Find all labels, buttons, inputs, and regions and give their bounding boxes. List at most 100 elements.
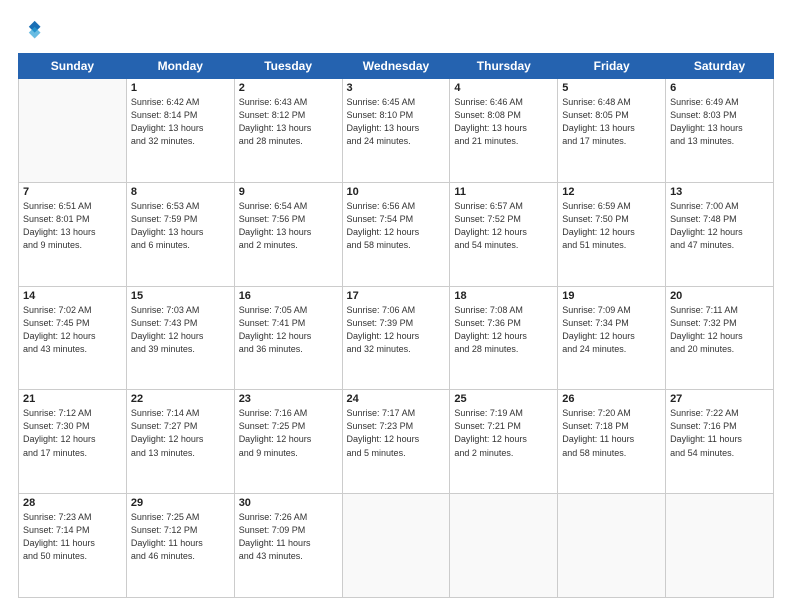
calendar-cell: 2 Sunrise: 6:43 AM Sunset: 8:12 PM Daylig… — [234, 79, 342, 183]
day-number: 13 — [670, 186, 769, 198]
day-number: 23 — [239, 393, 338, 405]
day-number: 7 — [23, 186, 122, 198]
day-number: 10 — [347, 186, 446, 198]
calendar-cell: 27 Sunrise: 7:22 AM Sunset: 7:16 PM Dayli… — [666, 390, 774, 494]
calendar-cell: 24Sunrise: 7:17 AM Sunset: 7:23 PM Dayli… — [342, 390, 450, 494]
day-number: 28 — [23, 497, 122, 509]
calendar-cell: 23 Sunrise: 7:16 AM Sunset: 7:25 PM Dayli… — [234, 390, 342, 494]
calendar-cell — [666, 494, 774, 598]
calendar-cell: 29 Sunrise: 7:25 AM Sunset: 7:12 PM Dayli… — [126, 494, 234, 598]
weekday-header-wednesday: Wednesday — [342, 54, 450, 79]
day-number: 21 — [23, 393, 122, 405]
day-number: 11 — [454, 186, 553, 198]
day-info: Sunrise: 7:11 AM Sunset: 7:32 PM Dayligh… — [670, 304, 769, 356]
calendar-cell: 8 Sunrise: 6:53 AM Sunset: 7:59 PM Daylig… — [126, 182, 234, 286]
day-number: 9 — [239, 186, 338, 198]
weekday-header-friday: Friday — [558, 54, 666, 79]
page: SundayMondayTuesdayWednesdayThursdayFrid… — [0, 0, 792, 612]
calendar-cell: 6 Sunrise: 6:49 AM Sunset: 8:03 PM Daylig… — [666, 79, 774, 183]
day-info: Sunrise: 7:09 AM Sunset: 7:34 PM Dayligh… — [562, 304, 661, 356]
calendar-cell: 7 Sunrise: 6:51 AM Sunset: 8:01 PM Daylig… — [19, 182, 127, 286]
calendar-cell: 11Sunrise: 6:57 AM Sunset: 7:52 PM Dayli… — [450, 182, 558, 286]
calendar-cell — [342, 494, 450, 598]
day-number: 6 — [670, 82, 769, 94]
day-number: 15 — [131, 290, 230, 302]
calendar-cell: 3 Sunrise: 6:45 AM Sunset: 8:10 PM Daylig… — [342, 79, 450, 183]
weekday-header-saturday: Saturday — [666, 54, 774, 79]
day-number: 24 — [347, 393, 446, 405]
day-info: Sunrise: 7:16 AM Sunset: 7:25 PM Dayligh… — [239, 407, 338, 459]
calendar-cell: 14 Sunrise: 7:02 AM Sunset: 7:45 PM Dayli… — [19, 286, 127, 390]
calendar-cell: 9 Sunrise: 6:54 AM Sunset: 7:56 PM Daylig… — [234, 182, 342, 286]
calendar-cell: 22Sunrise: 7:14 AM Sunset: 7:27 PM Dayli… — [126, 390, 234, 494]
day-info: Sunrise: 7:03 AM Sunset: 7:43 PM Dayligh… — [131, 304, 230, 356]
day-number: 12 — [562, 186, 661, 198]
day-info: Sunrise: 7:02 AM Sunset: 7:45 PM Dayligh… — [23, 304, 122, 356]
day-info: Sunrise: 7:25 AM Sunset: 7:12 PM Dayligh… — [131, 511, 230, 563]
calendar-cell: 15 Sunrise: 7:03 AM Sunset: 7:43 PM Dayli… — [126, 286, 234, 390]
day-info: Sunrise: 7:06 AM Sunset: 7:39 PM Dayligh… — [347, 304, 446, 356]
weekday-header-sunday: Sunday — [19, 54, 127, 79]
calendar-cell: 1Sunrise: 6:42 AM Sunset: 8:14 PM Daylig… — [126, 79, 234, 183]
calendar-cell: 18 Sunrise: 7:08 AM Sunset: 7:36 PM Dayli… — [450, 286, 558, 390]
day-info: Sunrise: 7:26 AM Sunset: 7:09 PM Dayligh… — [239, 511, 338, 563]
calendar-cell — [558, 494, 666, 598]
day-number: 26 — [562, 393, 661, 405]
day-number: 17 — [347, 290, 446, 302]
weekday-header-row: SundayMondayTuesdayWednesdayThursdayFrid… — [19, 54, 774, 79]
day-info: Sunrise: 6:54 AM Sunset: 7:56 PM Dayligh… — [239, 200, 338, 252]
day-info: Sunrise: 7:00 AM Sunset: 7:48 PM Dayligh… — [670, 200, 769, 252]
calendar-cell: 26Sunrise: 7:20 AM Sunset: 7:18 PM Dayli… — [558, 390, 666, 494]
day-info: Sunrise: 6:43 AM Sunset: 8:12 PM Dayligh… — [239, 96, 338, 148]
calendar-cell: 28Sunrise: 7:23 AM Sunset: 7:14 PM Dayli… — [19, 494, 127, 598]
day-info: Sunrise: 7:14 AM Sunset: 7:27 PM Dayligh… — [131, 407, 230, 459]
day-number: 8 — [131, 186, 230, 198]
calendar-cell: 17 Sunrise: 7:06 AM Sunset: 7:39 PM Dayli… — [342, 286, 450, 390]
calendar-cell: 21 Sunrise: 7:12 AM Sunset: 7:30 PM Dayli… — [19, 390, 127, 494]
day-number: 18 — [454, 290, 553, 302]
weekday-header-thursday: Thursday — [450, 54, 558, 79]
calendar-cell — [450, 494, 558, 598]
header — [18, 18, 774, 45]
calendar-cell: 10 Sunrise: 6:56 AM Sunset: 7:54 PM Dayli… — [342, 182, 450, 286]
calendar-cell — [19, 79, 127, 183]
day-number: 16 — [239, 290, 338, 302]
logo — [18, 18, 44, 45]
calendar-week-row: 21 Sunrise: 7:12 AM Sunset: 7:30 PM Dayli… — [19, 390, 774, 494]
day-number: 4 — [454, 82, 553, 94]
day-info: Sunrise: 7:12 AM Sunset: 7:30 PM Dayligh… — [23, 407, 122, 459]
day-info: Sunrise: 7:08 AM Sunset: 7:36 PM Dayligh… — [454, 304, 553, 356]
weekday-header-monday: Monday — [126, 54, 234, 79]
day-number: 2 — [239, 82, 338, 94]
calendar-cell: 19 Sunrise: 7:09 AM Sunset: 7:34 PM Dayli… — [558, 286, 666, 390]
day-info: Sunrise: 6:53 AM Sunset: 7:59 PM Dayligh… — [131, 200, 230, 252]
day-info: Sunrise: 6:59 AM Sunset: 7:50 PM Dayligh… — [562, 200, 661, 252]
calendar-cell: 4 Sunrise: 6:46 AM Sunset: 8:08 PM Daylig… — [450, 79, 558, 183]
day-number: 20 — [670, 290, 769, 302]
day-info: Sunrise: 7:19 AM Sunset: 7:21 PM Dayligh… — [454, 407, 553, 459]
day-info: Sunrise: 6:49 AM Sunset: 8:03 PM Dayligh… — [670, 96, 769, 148]
calendar-week-row: 1Sunrise: 6:42 AM Sunset: 8:14 PM Daylig… — [19, 79, 774, 183]
day-info: Sunrise: 6:56 AM Sunset: 7:54 PM Dayligh… — [347, 200, 446, 252]
calendar-cell: 25 Sunrise: 7:19 AM Sunset: 7:21 PM Dayli… — [450, 390, 558, 494]
day-info: Sunrise: 6:48 AM Sunset: 8:05 PM Dayligh… — [562, 96, 661, 148]
day-number: 14 — [23, 290, 122, 302]
calendar-week-row: 28Sunrise: 7:23 AM Sunset: 7:14 PM Dayli… — [19, 494, 774, 598]
day-info: Sunrise: 7:22 AM Sunset: 7:16 PM Dayligh… — [670, 407, 769, 459]
day-info: Sunrise: 6:42 AM Sunset: 8:14 PM Dayligh… — [131, 96, 230, 148]
calendar-week-row: 14 Sunrise: 7:02 AM Sunset: 7:45 PM Dayli… — [19, 286, 774, 390]
day-number: 19 — [562, 290, 661, 302]
day-info: Sunrise: 6:46 AM Sunset: 8:08 PM Dayligh… — [454, 96, 553, 148]
day-number: 5 — [562, 82, 661, 94]
day-number: 30 — [239, 497, 338, 509]
day-info: Sunrise: 6:45 AM Sunset: 8:10 PM Dayligh… — [347, 96, 446, 148]
calendar-week-row: 7 Sunrise: 6:51 AM Sunset: 8:01 PM Daylig… — [19, 182, 774, 286]
day-number: 27 — [670, 393, 769, 405]
day-number: 25 — [454, 393, 553, 405]
calendar-table: SundayMondayTuesdayWednesdayThursdayFrid… — [18, 53, 774, 598]
calendar-cell: 20 Sunrise: 7:11 AM Sunset: 7:32 PM Dayli… — [666, 286, 774, 390]
day-number: 29 — [131, 497, 230, 509]
day-number: 3 — [347, 82, 446, 94]
calendar-cell: 13 Sunrise: 7:00 AM Sunset: 7:48 PM Dayli… — [666, 182, 774, 286]
day-info: Sunrise: 6:51 AM Sunset: 8:01 PM Dayligh… — [23, 200, 122, 252]
